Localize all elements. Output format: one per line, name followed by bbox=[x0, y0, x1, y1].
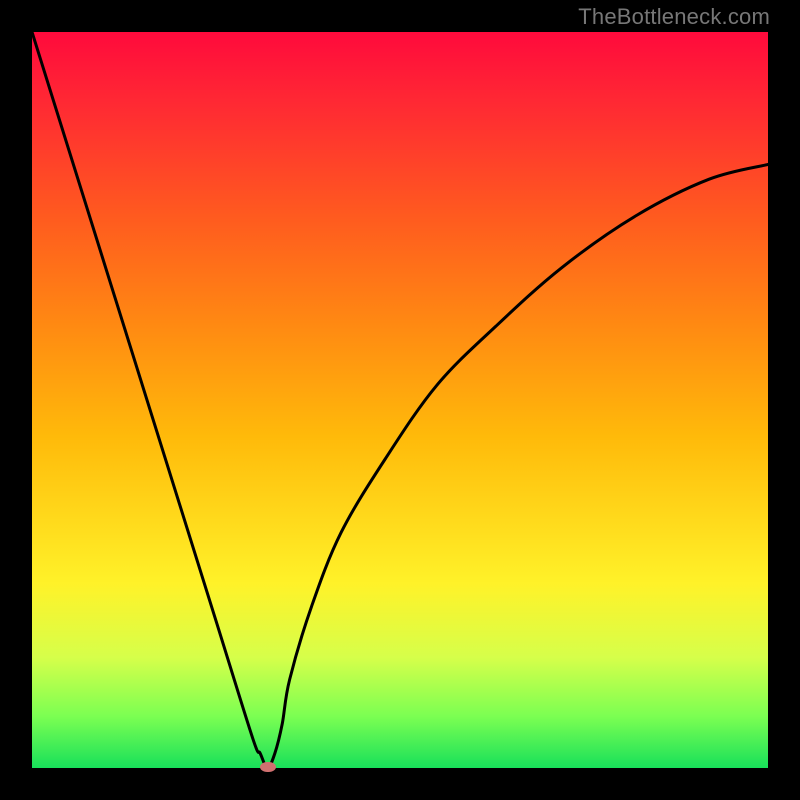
chart-frame: TheBottleneck.com bbox=[0, 0, 800, 800]
minimum-marker bbox=[260, 762, 276, 772]
curve-path bbox=[32, 32, 768, 768]
bottleneck-curve bbox=[32, 32, 768, 768]
plot-area bbox=[32, 32, 768, 768]
watermark-text: TheBottleneck.com bbox=[578, 4, 770, 30]
